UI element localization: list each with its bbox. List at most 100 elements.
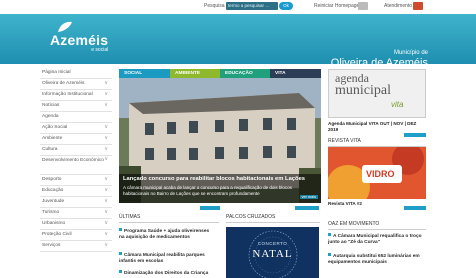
- agenda-municipal-banner[interactable]: agenda municipal vita: [328, 69, 426, 118]
- sidebar-item-label: Urbanismo: [42, 221, 66, 226]
- sidebar-item-desenvolvimento[interactable]: Desenvolvimento Económico ∨: [40, 156, 112, 175]
- sidebar-item-turismo[interactable]: Turismo ∨: [40, 208, 112, 219]
- revista-cover-text: VIDRO: [366, 169, 395, 179]
- ultimas-heading: ÚLTIMAS: [119, 213, 219, 223]
- tab-vita[interactable]: VITA: [270, 69, 321, 78]
- sidebar-item-label: Ambiente: [42, 136, 63, 141]
- municipality-line2: Oliveira de Azeméis: [330, 57, 428, 69]
- sidebar-item-label: Cultura: [42, 147, 58, 152]
- chevron-down-icon: ∨: [104, 176, 108, 182]
- list-item[interactable]: A Câmara Municipal requalifica o troço j…: [328, 233, 426, 246]
- sidebar-item-informacao[interactable]: Informação Institucional ∨: [40, 90, 112, 101]
- ultimas-pager-control[interactable]: [200, 206, 220, 210]
- search-input[interactable]: termo a pesquisar ...: [226, 2, 278, 10]
- agenda-line2: municipal: [335, 83, 391, 98]
- bullet-icon: [119, 252, 122, 255]
- featured-news-title[interactable]: Lançado concurso para reabilitar blocos …: [123, 176, 305, 182]
- sidebar-item-servicos[interactable]: Serviços ∨: [40, 241, 112, 252]
- sidebar-item-label: Informação Institucional: [42, 92, 93, 97]
- bullet-icon: [119, 228, 122, 231]
- featured-more-link[interactable]: ver mais: [299, 195, 318, 199]
- news-item-text: Autarquia substitui 652 luminárias em eq…: [328, 254, 420, 265]
- sidebar-item-label: Notícias: [42, 103, 60, 108]
- sidebar-item-agenda[interactable]: Agenda: [40, 112, 112, 123]
- chevron-down-icon: ∨: [104, 220, 108, 226]
- chevron-down-icon: ∨: [104, 156, 108, 162]
- news-item-text: Programa Saúde + ajuda oliveirenses na a…: [119, 229, 210, 240]
- municipality-line1: Município de: [393, 50, 428, 56]
- site-header: Azeméis e social Município de Oliveira d…: [0, 14, 476, 69]
- category-tabs: SOCIAL AMBIENTE EDUCAÇÃO VITA: [119, 69, 321, 78]
- palcos-pager-control[interactable]: [295, 206, 319, 210]
- sidebar-item-label: Juventude: [42, 199, 65, 204]
- search-label: Pesquisa: [204, 3, 225, 9]
- chevron-down-icon: ∨: [104, 242, 108, 248]
- featured-news-text: A câmara municipal acaba de lançar o con…: [123, 185, 292, 196]
- sidebar-item-label: Proteção Civil: [42, 232, 72, 237]
- news-item-text: Câmara Municipal reabilita parques infan…: [119, 253, 205, 264]
- revista-caption[interactable]: Revista VITA #2: [328, 201, 426, 207]
- revista-vita-cover[interactable]: VIDRO: [328, 147, 426, 199]
- list-item[interactable]: Câmara Municipal reabilita parques infan…: [119, 252, 214, 265]
- sidebar-item-label: Página Inicial: [42, 70, 71, 75]
- sidebar-item-label: Turismo: [42, 210, 60, 215]
- chevron-down-icon: ∨: [104, 187, 108, 193]
- revista-vita-heading: REVISTA VITA: [328, 137, 426, 147]
- sidebar-item-cultura[interactable]: Cultura ∨: [40, 145, 112, 156]
- bullet-icon: [328, 233, 331, 236]
- restart-homepage-link[interactable]: Reiniciar Homepage: [314, 2, 359, 10]
- chevron-down-icon: ∨: [104, 209, 108, 215]
- site-logo[interactable]: Azeméis e social: [50, 21, 108, 53]
- list-item[interactable]: Programa Saúde + ajuda oliveirenses na a…: [119, 228, 214, 241]
- sidebar-item-juventude[interactable]: Juventude ∨: [40, 197, 112, 208]
- chevron-down-icon: ∨: [104, 198, 108, 204]
- news-item-text: Dinamização dos Direitos da Criança: [124, 271, 209, 276]
- chevron-down-icon: ∨: [104, 102, 108, 108]
- chevron-down-icon: ∨: [104, 124, 108, 130]
- top-bar: Pesquisa termo a pesquisar ... Ok Reinic…: [0, 0, 476, 14]
- atendimento-link[interactable]: Atendimento: [384, 2, 412, 10]
- sidebar-item-label: Educação: [42, 188, 64, 193]
- featured-news-caption[interactable]: Lançado concurso para reabilitar blocos …: [119, 174, 321, 203]
- sidebar-item-label: Agenda: [42, 114, 59, 119]
- list-item[interactable]: Autarquia substitui 652 luminárias em eq…: [328, 253, 426, 266]
- poster-top-text: CONCERTO: [257, 241, 288, 246]
- news-item-text: A Câmara Municipal requalifica o troço j…: [328, 234, 422, 245]
- logo-leaf-icon: [58, 21, 72, 32]
- oaz-heading: OAZ EM MOVIMENTO: [328, 220, 426, 230]
- sidebar-item-ambiente[interactable]: Ambiente ∨: [40, 134, 112, 145]
- sidebar-item-protecao-civil[interactable]: Proteção Civil ∨: [40, 230, 112, 241]
- tab-ambiente[interactable]: AMBIENTE: [170, 69, 220, 78]
- sidebar-item-noticias[interactable]: Notícias ∨: [40, 101, 112, 112]
- chevron-down-icon: ∨: [104, 91, 108, 97]
- chevron-down-icon: ∨: [104, 135, 108, 141]
- sidebar-item-label: Ação Social: [42, 125, 68, 130]
- sidebar-item-desporto[interactable]: Desporto ∨: [40, 175, 112, 186]
- bullet-icon: [119, 270, 122, 273]
- chevron-down-icon: ∨: [104, 231, 108, 237]
- sidebar-item-label: Oliveira de Azeméis: [42, 81, 85, 86]
- atendimento-icon[interactable]: [413, 2, 423, 10]
- chevron-down-icon: ∨: [104, 146, 108, 152]
- homepage-icon[interactable]: [358, 2, 368, 10]
- sidebar-item-label: Serviços: [42, 243, 61, 248]
- sidebar-item-acao-social[interactable]: Ação Social ∨: [40, 123, 112, 134]
- sidebar-item-oliveira[interactable]: Oliveira de Azeméis ∨: [40, 79, 112, 90]
- sidebar-item-urbanismo[interactable]: Urbanismo ∨: [40, 219, 112, 230]
- sidebar-item-pagina-inicial[interactable]: Página Inicial: [40, 68, 112, 79]
- search-ok-button[interactable]: Ok: [279, 2, 293, 10]
- list-item[interactable]: Dinamização dos Direitos da Criança: [119, 270, 214, 277]
- tab-educacao[interactable]: EDUCAÇÃO: [220, 69, 270, 78]
- palcos-heading: PALCOS CRUZADOS: [226, 213, 320, 223]
- tab-social[interactable]: SOCIAL: [119, 69, 170, 78]
- chevron-down-icon: ∨: [104, 80, 108, 86]
- sidebar-item-educacao[interactable]: Educação ∨: [40, 186, 112, 197]
- palcos-poster[interactable]: CONCERTO NATAL: [226, 227, 319, 278]
- poster-main-text: NATAL: [252, 248, 293, 260]
- sidebar-item-label: Desporto: [42, 177, 62, 182]
- sidebar-nav: Página Inicial Oliveira de Azeméis ∨ Info…: [40, 68, 112, 252]
- sidebar-item-label: Desenvolvimento Económico: [42, 158, 104, 163]
- municipality-title: Município de Oliveira de Azeméis: [331, 49, 428, 69]
- agenda-caption[interactable]: Agenda Municipal VITA OUT | NOV | DEZ 20…: [328, 121, 426, 133]
- agenda-line3: vita: [391, 100, 404, 109]
